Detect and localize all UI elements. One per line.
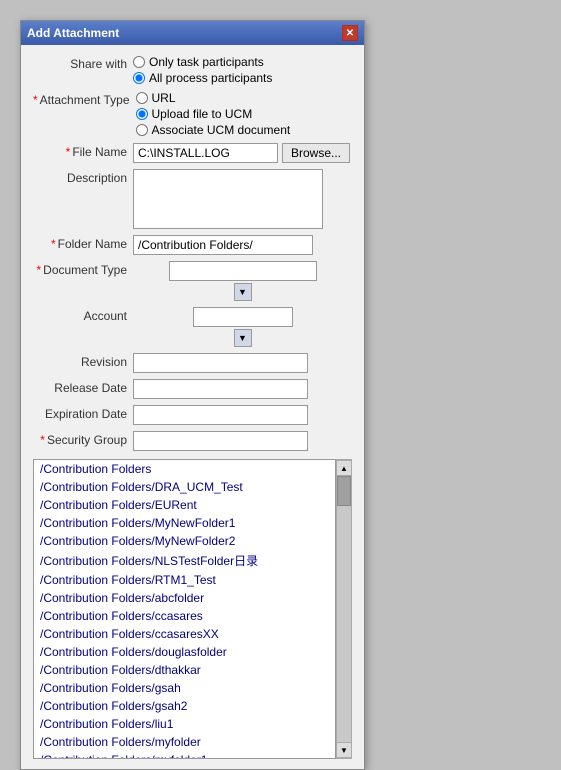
document-type-content: ▼ xyxy=(133,261,352,301)
release-date-input[interactable] xyxy=(133,379,308,399)
document-type-required: * xyxy=(37,263,42,277)
file-name-label: *File Name xyxy=(33,143,133,159)
document-type-input[interactable] xyxy=(169,261,317,281)
revision-content xyxy=(133,353,352,373)
security-group-required: * xyxy=(40,433,45,447)
list-item[interactable]: /Contribution Folders/liu1 xyxy=(34,715,335,733)
expiration-date-row: Expiration Date xyxy=(33,405,352,425)
list-item[interactable]: /Contribution Folders/MyNewFolder2 xyxy=(34,532,335,550)
folder-name-input[interactable] xyxy=(133,235,313,255)
attachment-type-label: *Attachment Type xyxy=(33,91,136,107)
expiration-date-input[interactable] xyxy=(133,405,308,425)
attachment-upload-row: Upload file to UCM xyxy=(136,107,352,121)
share-only-task-row: Only task participants xyxy=(133,55,352,69)
file-name-input[interactable] xyxy=(133,143,278,163)
attachment-url-radio[interactable] xyxy=(136,92,148,104)
list-item[interactable]: /Contribution Folders/abcfolder xyxy=(34,589,335,607)
file-name-row: *File Name Browse... xyxy=(33,143,352,163)
share-all-process-label: All process participants xyxy=(149,71,272,85)
close-button[interactable]: ✕ xyxy=(342,25,358,41)
revision-input[interactable] xyxy=(133,353,308,373)
list-item[interactable]: /Contribution Folders/gsah2 xyxy=(34,697,335,715)
revision-label: Revision xyxy=(33,353,133,369)
folder-dropdown-container: /Contribution Folders/Contribution Folde… xyxy=(33,459,352,759)
description-row: Description xyxy=(33,169,352,229)
attachment-url-row: URL xyxy=(136,91,352,105)
list-item[interactable]: /Contribution Folders/MyNewFolder1 xyxy=(34,514,335,532)
scroll-track xyxy=(337,476,351,742)
list-item[interactable]: /Contribution Folders/DRA_UCM_Test xyxy=(34,478,335,496)
attachment-associate-row: Associate UCM document xyxy=(136,123,352,137)
list-item[interactable]: /Contribution Folders/ccasaresXX xyxy=(34,625,335,643)
list-item[interactable]: /Contribution Folders/douglasfolder xyxy=(34,643,335,661)
file-name-content: Browse... xyxy=(133,143,352,163)
list-item[interactable]: /Contribution Folders/myfolder1 xyxy=(34,751,335,759)
release-date-content xyxy=(133,379,352,399)
folder-dropdown-list[interactable]: /Contribution Folders/Contribution Folde… xyxy=(33,459,336,759)
attachment-type-required: * xyxy=(33,93,38,107)
account-input[interactable] xyxy=(193,307,293,327)
list-item[interactable]: /Contribution Folders/myfolder xyxy=(34,733,335,751)
share-only-task-radio[interactable] xyxy=(133,56,145,68)
account-label: Account xyxy=(33,307,133,323)
security-group-input[interactable] xyxy=(133,431,308,451)
attachment-type-options: URL Upload file to UCM Associate UCM doc… xyxy=(136,91,352,137)
list-item[interactable]: /Contribution Folders/dthakkar xyxy=(34,661,335,679)
scrollbar[interactable]: ▲ ▼ xyxy=(336,459,352,759)
share-with-row: Share with Only task participants All pr… xyxy=(33,55,352,85)
scroll-thumb[interactable] xyxy=(337,476,351,506)
list-item[interactable]: /Contribution Folders/EURent xyxy=(34,496,335,514)
description-textarea[interactable] xyxy=(133,169,323,229)
folder-name-content xyxy=(133,235,352,255)
share-only-task-label: Only task participants xyxy=(149,55,264,69)
account-dropdown-arrow[interactable]: ▼ xyxy=(234,329,252,347)
share-with-options: Only task participants All process parti… xyxy=(133,55,352,85)
add-attachment-dialog: Add Attachment ✕ Share with Only task pa… xyxy=(20,20,365,770)
folder-name-label: *Folder Name xyxy=(33,235,133,251)
revision-row: Revision xyxy=(33,353,352,373)
security-group-content xyxy=(133,431,352,451)
description-content xyxy=(133,169,352,229)
share-with-label: Share with xyxy=(33,55,133,71)
file-name-input-row: Browse... xyxy=(133,143,352,163)
list-item[interactable]: /Contribution Folders/NLSTestFolder日录 xyxy=(34,550,335,571)
share-all-process-row: All process participants xyxy=(133,71,352,85)
description-label: Description xyxy=(33,169,133,185)
release-date-label: Release Date xyxy=(33,379,133,395)
scroll-up-button[interactable]: ▲ xyxy=(336,460,352,476)
list-item[interactable]: /Contribution Folders/ccasares xyxy=(34,607,335,625)
browse-button[interactable]: Browse... xyxy=(282,143,350,163)
attachment-associate-radio[interactable] xyxy=(136,124,148,136)
security-group-label: *Security Group xyxy=(33,431,133,447)
share-all-process-radio[interactable] xyxy=(133,72,145,84)
attachment-associate-label: Associate UCM document xyxy=(152,123,291,137)
dialog-body: Share with Only task participants All pr… xyxy=(21,45,364,769)
list-item[interactable]: /Contribution Folders/RTM1_Test xyxy=(34,571,335,589)
account-row: Account ▼ xyxy=(33,307,352,347)
expiration-date-content xyxy=(133,405,352,425)
document-type-dropdown-arrow[interactable]: ▼ xyxy=(234,283,252,301)
folder-name-row: *Folder Name xyxy=(33,235,352,255)
release-date-row: Release Date xyxy=(33,379,352,399)
attachment-upload-radio[interactable] xyxy=(136,108,148,120)
folder-name-required: * xyxy=(51,237,56,251)
scroll-down-button[interactable]: ▼ xyxy=(336,742,352,758)
document-type-row: *Document Type ▼ xyxy=(33,261,352,301)
attachment-type-row: *Attachment Type URL Upload file to UCM … xyxy=(33,91,352,137)
dialog-title: Add Attachment xyxy=(27,26,119,40)
attachment-upload-label: Upload file to UCM xyxy=(152,107,253,121)
attachment-url-label: URL xyxy=(152,91,176,105)
account-content: ▼ xyxy=(133,307,352,347)
document-type-label: *Document Type xyxy=(33,261,133,277)
expiration-date-label: Expiration Date xyxy=(33,405,133,421)
list-item[interactable]: /Contribution Folders xyxy=(34,460,335,478)
file-name-required: * xyxy=(66,145,71,159)
list-item[interactable]: /Contribution Folders/gsah xyxy=(34,679,335,697)
dialog-titlebar: Add Attachment ✕ xyxy=(21,21,364,45)
security-group-row: *Security Group xyxy=(33,431,352,451)
